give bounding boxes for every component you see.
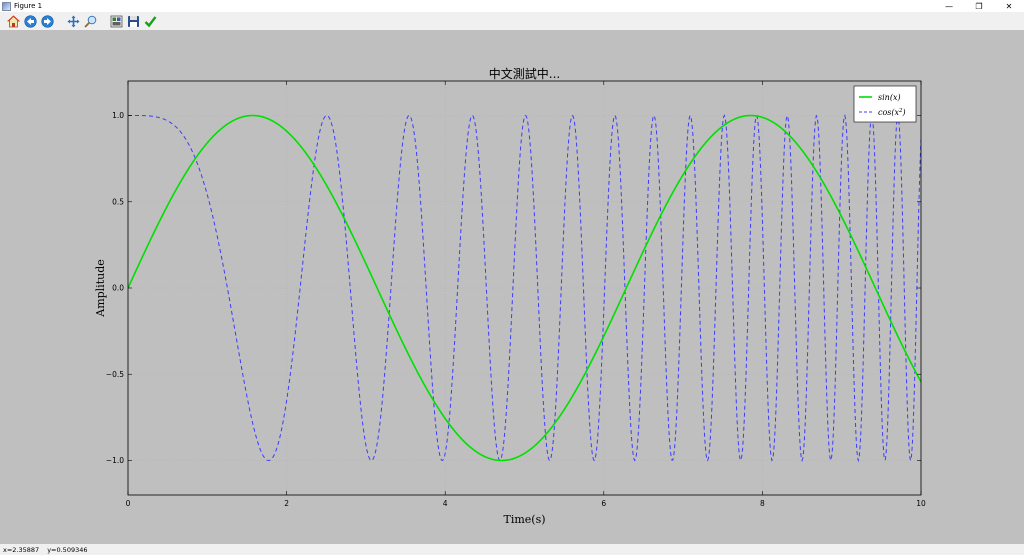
legend-label-sin: sin(x) [878, 93, 901, 102]
legend-label-cos-base: cos(x [878, 108, 900, 117]
legend-label-cos-close: ) [902, 108, 906, 117]
home-icon [6, 14, 20, 27]
y-tick-label: 0.0 [112, 284, 124, 293]
y-tick-label: 0.5 [112, 197, 124, 206]
line-chart[interactable]: 0 2 4 6 8 10 −1.0 −0.5 0.0 0.5 1.0 中文測試中... Time(s… [0, 30, 1024, 544]
y-tick-label: −0.5 [106, 370, 124, 379]
forward-arrow-icon [40, 14, 54, 28]
edit-parameters-button[interactable] [143, 14, 157, 28]
app-icon [2, 1, 11, 11]
navigation-toolbar [0, 12, 1024, 30]
configure-subplots-button[interactable] [109, 14, 123, 28]
x-tick-label: 8 [760, 499, 765, 508]
back-arrow-icon [23, 14, 37, 28]
figure-canvas[interactable]: 0 2 4 6 8 10 −1.0 −0.5 0.0 0.5 1.0 中文測試中... Time(s… [0, 30, 1024, 544]
status-bar: x=2.35887 y=0.509346 [0, 544, 1024, 555]
save-icon [127, 15, 139, 27]
figure-window: Figure 1 — ❐ ✕ 0 2 4 6 8 10 −1.0 −0.5 0.… [0, 0, 1024, 555]
y-axis-label: Amplitude [94, 259, 107, 318]
x-tick-label: 6 [601, 499, 606, 508]
x-tick-label: 0 [126, 499, 131, 508]
title-bar: Figure 1 — ❐ ✕ [0, 0, 1024, 12]
y-tick-label: −1.0 [106, 456, 124, 465]
zoom-button[interactable] [83, 14, 97, 28]
save-button[interactable] [126, 14, 140, 28]
back-button[interactable] [23, 14, 37, 28]
x-tick-label: 2 [284, 499, 289, 508]
x-tick-label: 10 [916, 499, 926, 508]
x-coordinate-readout: x=2.35887 [3, 545, 40, 554]
legend[interactable]: sin(x) cos(x2) [853, 85, 917, 123]
x-axis-label: Time(s) [503, 513, 545, 526]
window-title: Figure 1 [14, 2, 43, 10]
home-button[interactable] [6, 14, 20, 28]
window-controls: — ❐ ✕ [934, 0, 1024, 12]
checkmark-icon [144, 15, 156, 27]
close-button[interactable]: ✕ [994, 0, 1024, 12]
pan-button[interactable] [66, 14, 80, 28]
zoom-icon [83, 15, 96, 28]
y-coordinate-readout: y=0.509346 [47, 545, 88, 554]
y-tick-label: 1.0 [112, 111, 124, 120]
x-tick-label: 4 [443, 499, 448, 508]
minimize-button[interactable]: — [934, 0, 964, 12]
pan-icon [67, 15, 79, 27]
subplots-icon [110, 15, 122, 27]
chart-title: 中文測試中... [489, 66, 560, 81]
maximize-button[interactable]: ❐ [964, 0, 994, 12]
forward-button[interactable] [40, 14, 54, 28]
